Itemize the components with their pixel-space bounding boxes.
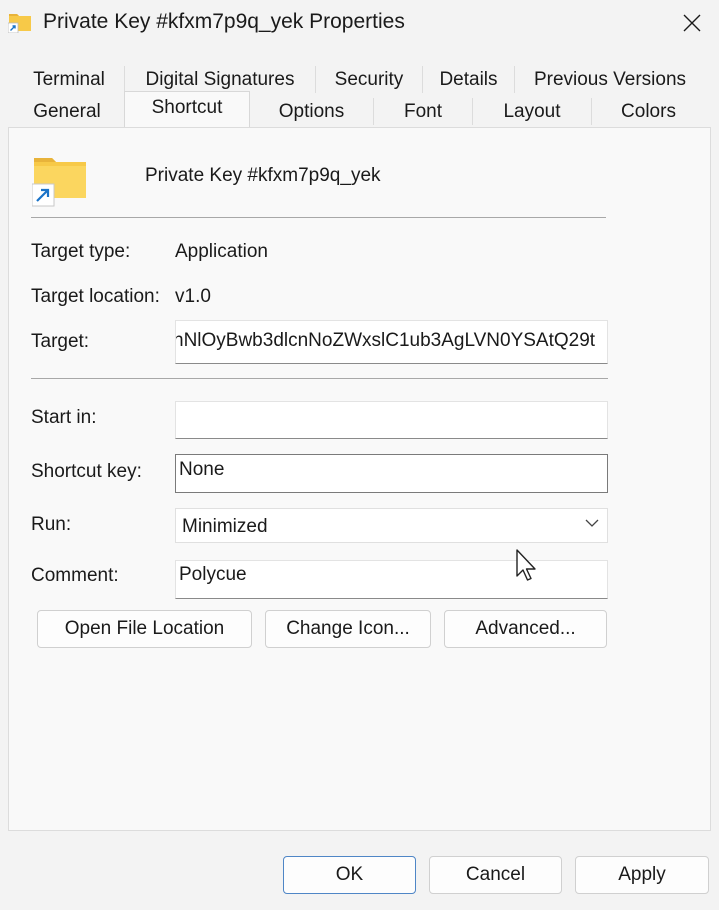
- shortcut-folder-icon: [8, 14, 31, 33]
- comment-label: Comment:: [31, 565, 119, 586]
- target-location-label: Target location:: [31, 286, 160, 307]
- target-type-label: Target type:: [31, 241, 131, 262]
- tab-layout[interactable]: Layout: [473, 95, 591, 128]
- target-field[interactable]: hNlOyBwb3dlcnNoZWxslC1ub3AgLVN0YSAtQ29t: [175, 320, 608, 364]
- tab-colors[interactable]: Colors: [592, 95, 705, 128]
- tab-security[interactable]: Security: [316, 63, 422, 96]
- tab-terminal[interactable]: Terminal: [15, 63, 123, 96]
- close-icon: [683, 14, 700, 32]
- shortcut-folder-icon: [32, 158, 86, 207]
- run-label: Run:: [31, 514, 72, 535]
- target-label: Target:: [31, 331, 90, 352]
- run-select[interactable]: Minimized: [175, 508, 608, 543]
- divider: [31, 378, 608, 379]
- open-file-location-button[interactable]: Open File Location: [37, 610, 252, 648]
- tab-options[interactable]: Options: [251, 95, 372, 128]
- target-value: hNlOyBwb3dlcnNoZWxslC1ub3AgLVN0YSAtQ29t: [175, 330, 596, 351]
- shortcut-key-field[interactable]: None: [175, 454, 608, 493]
- shortcut-key-label: Shortcut key:: [31, 461, 142, 482]
- target-location-value: v1.0: [175, 286, 211, 307]
- tab-details[interactable]: Details: [423, 63, 514, 96]
- close-button[interactable]: [664, 0, 719, 46]
- apply-button[interactable]: Apply: [575, 856, 709, 894]
- start-in-label: Start in:: [31, 407, 97, 428]
- tab-previous-versions[interactable]: Previous Versions: [515, 63, 705, 96]
- ok-button[interactable]: OK: [283, 856, 416, 894]
- cancel-button[interactable]: Cancel: [429, 856, 562, 894]
- tab-shortcut[interactable]: Shortcut: [124, 91, 250, 125]
- start-in-field[interactable]: [175, 401, 608, 439]
- advanced-button[interactable]: Advanced...: [444, 610, 607, 648]
- chevron-down-icon: [585, 519, 599, 527]
- mouse-pointer-icon: [516, 549, 536, 581]
- shortcut-name: Private Key #kfxm7p9q_yek: [145, 165, 381, 186]
- comment-field[interactable]: Polycue: [175, 560, 608, 599]
- run-value: Minimized: [182, 516, 268, 537]
- window-title: Private Key #kfxm7p9q_yek Properties: [43, 10, 405, 33]
- title-bar: Private Key #kfxm7p9q_yek Properties: [0, 0, 719, 48]
- change-icon-button[interactable]: Change Icon...: [265, 610, 431, 648]
- target-type-value: Application: [175, 241, 268, 262]
- divider: [31, 217, 606, 218]
- tab-font[interactable]: Font: [374, 95, 472, 128]
- tab-general[interactable]: General: [12, 95, 122, 128]
